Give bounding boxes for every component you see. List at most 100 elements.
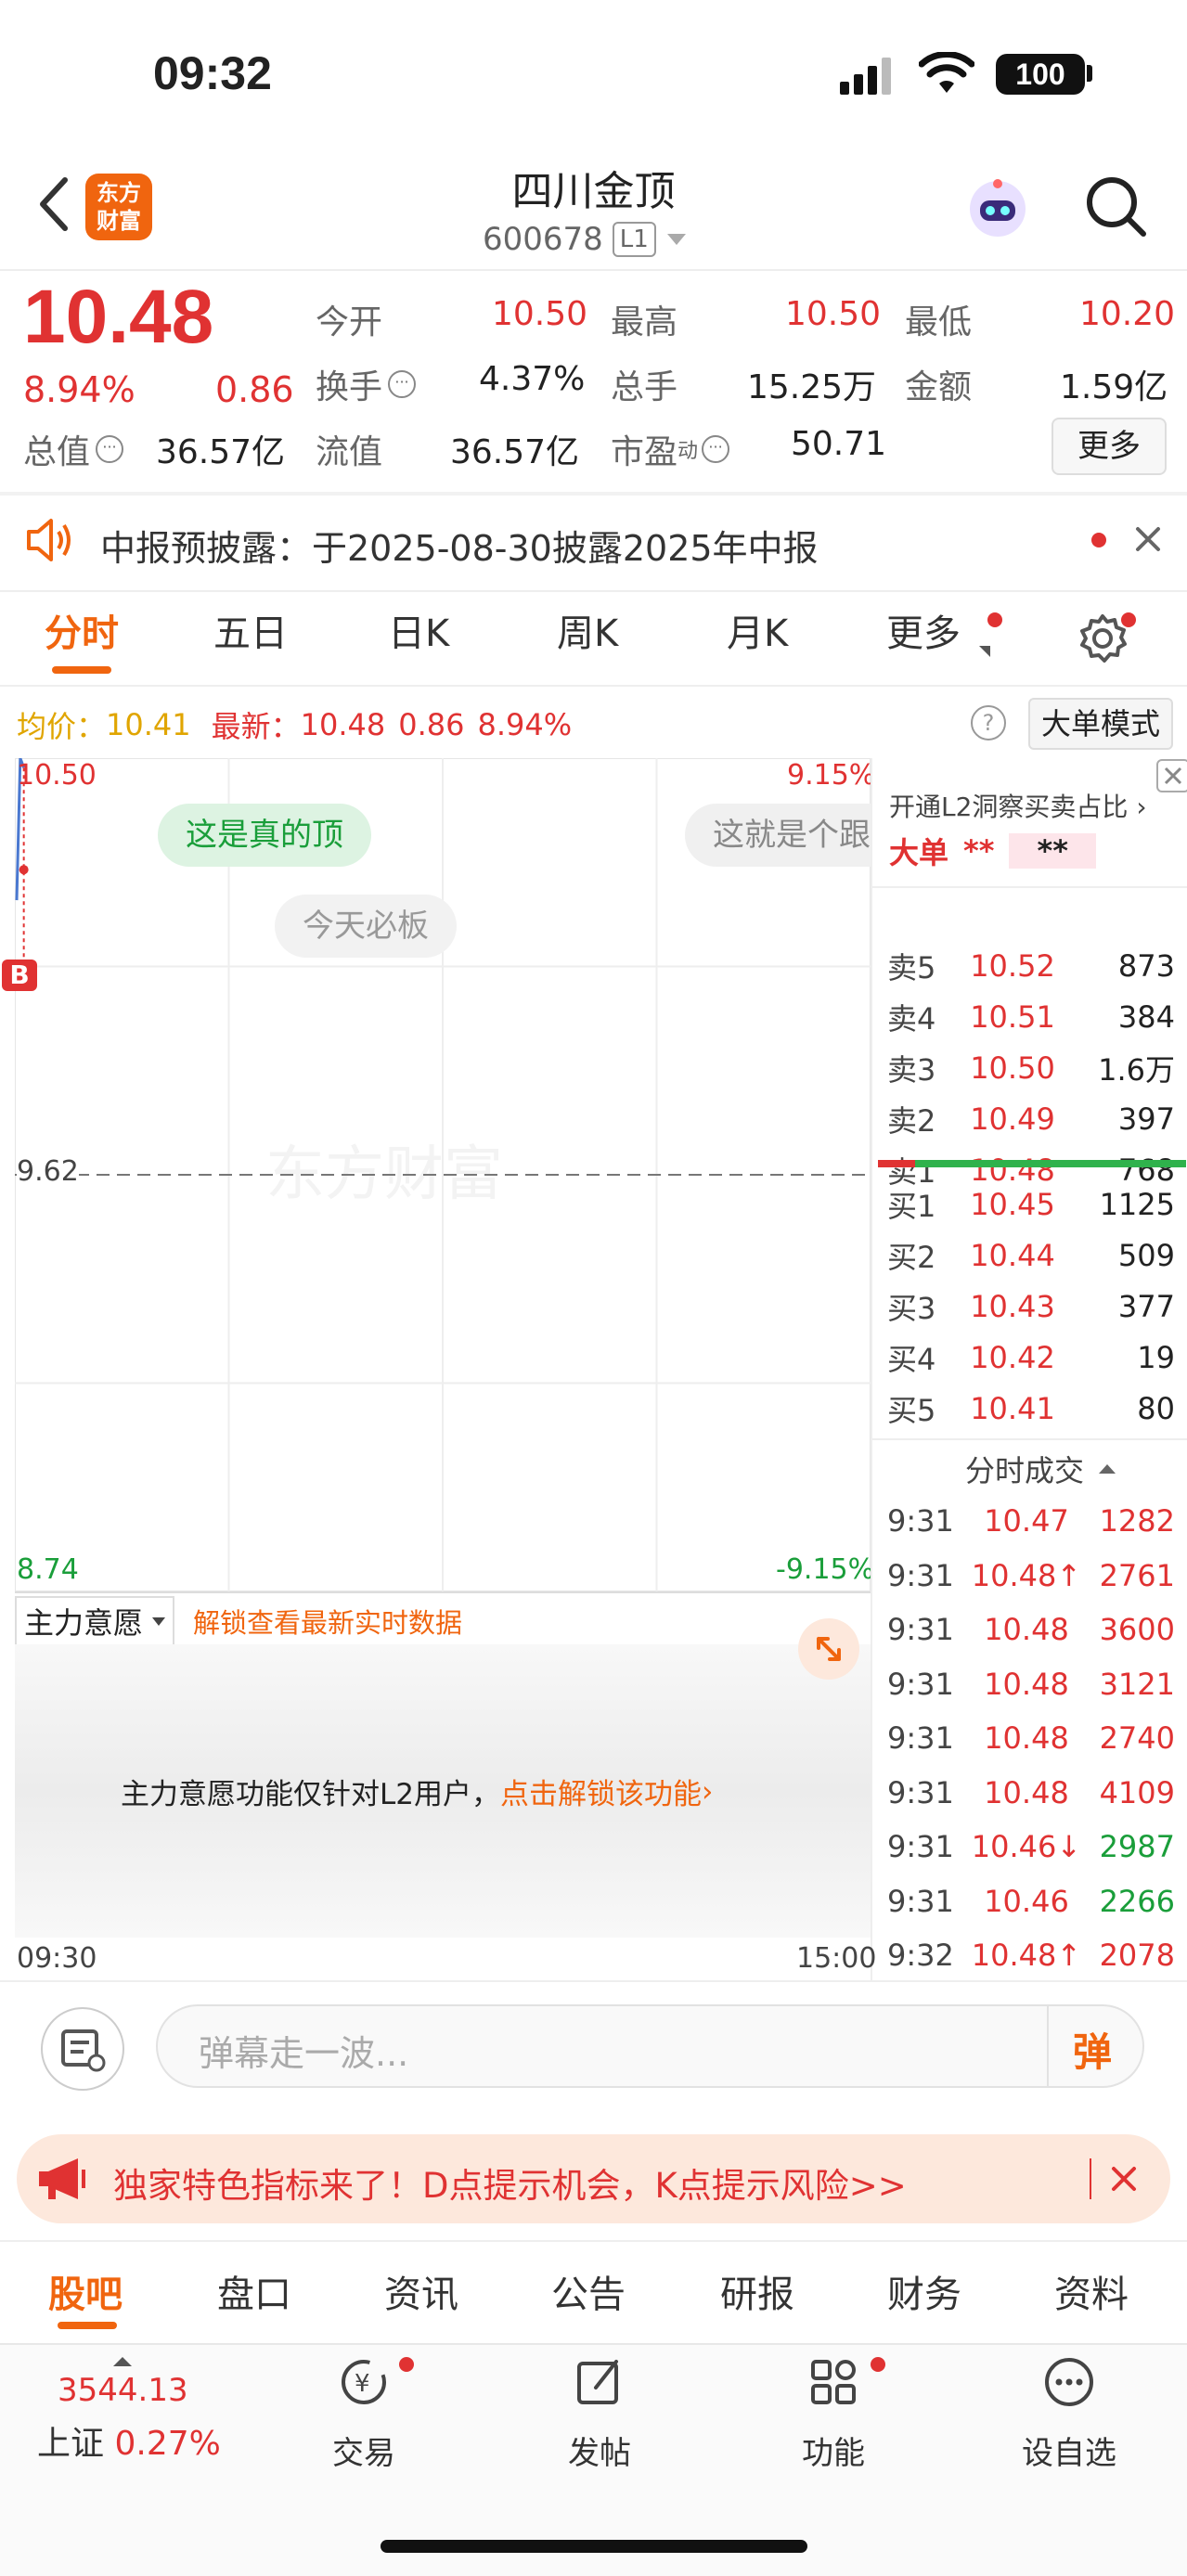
float-label: 流值	[316, 433, 383, 471]
tab-week-k[interactable]: 周K	[557, 603, 618, 657]
close-icon[interactable]	[1110, 2165, 1138, 2196]
main-force-locked-message: 主力意愿功能仅针对L2用户， 点击解锁该功能 ›	[121, 1771, 713, 1812]
index-name: 上证	[37, 2425, 105, 2463]
info-icon[interactable]: ···	[388, 370, 417, 398]
search-icon[interactable]	[1084, 174, 1149, 243]
tab-5day[interactable]: 五日	[213, 603, 288, 657]
danmaku-input[interactable]: 弹幕走一波... 弹	[156, 2004, 1144, 2088]
close-icon[interactable]	[1134, 525, 1162, 557]
ask-row[interactable]: 卖5 10.52 873	[887, 940, 1175, 991]
stock-code-row[interactable]: 600678 L1	[483, 221, 686, 258]
tab-profile[interactable]: 资料	[1054, 2264, 1129, 2318]
trade-time: 9:31	[887, 1666, 954, 1702]
change-value: 0.86	[215, 369, 294, 410]
turnover-label: 换手 ···	[316, 360, 417, 408]
trade-row: 9:31 10.47 1282	[887, 1494, 1177, 1548]
tab-more-dot	[987, 612, 1002, 627]
trade-row: 9:31 10.48 3121	[887, 1657, 1177, 1711]
main-force-select[interactable]: 主力意愿	[15, 1596, 175, 1646]
trade-time: 9:32	[887, 1938, 954, 1973]
ask-row[interactable]: 卖3 10.50 1.6万	[887, 1042, 1175, 1093]
ad-text[interactable]: 独家特色指标来了！D点提示机会，K点提示风险>>	[113, 2157, 907, 2208]
caret-up-icon	[1099, 1464, 1116, 1474]
danmaku-settings-icon[interactable]	[41, 2007, 124, 2091]
trade-vol: 2266	[1099, 1883, 1175, 1919]
signal-icon	[840, 58, 896, 98]
float-value: 36.57亿	[450, 433, 580, 471]
big-order-row: 大单 ** **	[889, 830, 1096, 872]
home-indicator	[381, 2540, 807, 2553]
caret-up-icon	[113, 2357, 132, 2366]
pe-value: 50.71	[791, 425, 887, 463]
robot-avatar-icon[interactable]	[965, 176, 1030, 245]
unlock-realtime-link[interactable]: 解锁查看最新实时数据	[193, 1602, 462, 1641]
nav-functions[interactable]: 功能	[750, 2352, 917, 2473]
settings-dot	[1121, 612, 1136, 627]
trade-time: 9:31	[887, 1774, 954, 1810]
intraday-chart[interactable]: 东方财富	[15, 758, 871, 1591]
chevron-right-icon: ›	[702, 1774, 714, 1809]
grid-icon	[811, 2360, 856, 2404]
big-order-mode-button[interactable]: 大单模式	[1028, 698, 1173, 750]
nav-post[interactable]: 发帖	[516, 2352, 683, 2473]
tab-pankou[interactable]: 盘口	[217, 2264, 291, 2318]
tab-day-k[interactable]: 日K	[388, 603, 449, 657]
y-tick-high: 10.50	[17, 759, 97, 792]
trade-vol: 1282	[1099, 1503, 1175, 1539]
tab-intraday[interactable]: 分时	[45, 603, 119, 657]
l2-promo-link[interactable]: 开通L2洞察买卖占比 ›	[889, 787, 1147, 824]
more-circle-icon	[1045, 2358, 1093, 2406]
info-icon[interactable]: ···	[702, 435, 730, 463]
trade-vol: 2987	[1099, 1829, 1175, 1864]
orderbook-divider	[871, 886, 1187, 888]
index-widget[interactable]: 3544.13 上证 0.27%	[37, 2357, 241, 2465]
tab-more[interactable]: 更多	[886, 603, 961, 657]
tab-research[interactable]: 研报	[720, 2264, 794, 2318]
danmaku-bubble: 今天必板	[275, 895, 457, 958]
high-value: 10.50	[785, 295, 882, 333]
buy-marker[interactable]: B	[2, 960, 37, 991]
nav-add-watchlist[interactable]: 设自选	[986, 2352, 1153, 2473]
info-icon[interactable]: ···	[96, 435, 124, 463]
turnover-value: 4.37%	[479, 360, 586, 398]
close-icon[interactable]	[1156, 759, 1187, 792]
active-tab-indicator	[52, 666, 111, 674]
high-label: 最高	[611, 303, 678, 341]
notice-text[interactable]: 中报预披露：于2025-08-30披露2025年中报	[100, 520, 819, 571]
volume-label: 总手	[611, 368, 678, 406]
bid-row[interactable]: 买3 10.43 377	[887, 1281, 1175, 1332]
expand-icon[interactable]	[798, 1618, 859, 1680]
ask-row[interactable]: 卖4 10.51 384	[887, 991, 1175, 1042]
bid-row[interactable]: 买5 10.41 80	[887, 1383, 1175, 1434]
bid-row[interactable]: 买2 10.44 509	[887, 1230, 1175, 1281]
trade-vol: 3121	[1099, 1666, 1175, 1702]
tab-guba[interactable]: 股吧	[48, 2264, 123, 2318]
current-price: 10.48	[23, 275, 214, 359]
nav-functions-dot	[871, 2357, 885, 2372]
tab-month-k[interactable]: 月K	[727, 603, 788, 657]
unlock-feature-link[interactable]: 点击解锁该功能	[500, 1771, 702, 1812]
trades-header[interactable]: 分时成交	[965, 1448, 1116, 1490]
trade-price: 10.48	[984, 1720, 1069, 1756]
amount-value: 1.59亿	[1060, 368, 1168, 406]
trade-vol: 4109	[1099, 1774, 1175, 1810]
low-label: 最低	[905, 303, 973, 341]
tab-announcements[interactable]: 公告	[551, 2264, 626, 2318]
low-value: 10.20	[1079, 295, 1176, 333]
battery-level: 100	[1015, 58, 1065, 91]
right-tick-low: -9.15%	[776, 1553, 875, 1586]
nav-trade[interactable]: ¥ 交易	[280, 2352, 447, 2473]
more-button[interactable]: 更多	[1052, 418, 1167, 475]
megaphone-icon	[35, 2155, 91, 2207]
tab-news[interactable]: 资讯	[384, 2264, 458, 2318]
trades-divider	[871, 1438, 1187, 1440]
trade-time: 9:31	[887, 1883, 954, 1919]
tab-finance[interactable]: 财务	[887, 2264, 961, 2318]
bid-row[interactable]: 买4 10.42 19	[887, 1332, 1175, 1383]
active-tab-indicator	[58, 2322, 117, 2329]
ask-row[interactable]: 卖2 10.49 397	[887, 1093, 1175, 1144]
danmaku-send-button[interactable]: 弹	[1073, 2021, 1112, 2078]
bid-row[interactable]: 买1 10.45 1125	[887, 1179, 1175, 1230]
trade-icon: ¥	[342, 2360, 386, 2404]
help-icon[interactable]: ?	[971, 705, 1006, 741]
